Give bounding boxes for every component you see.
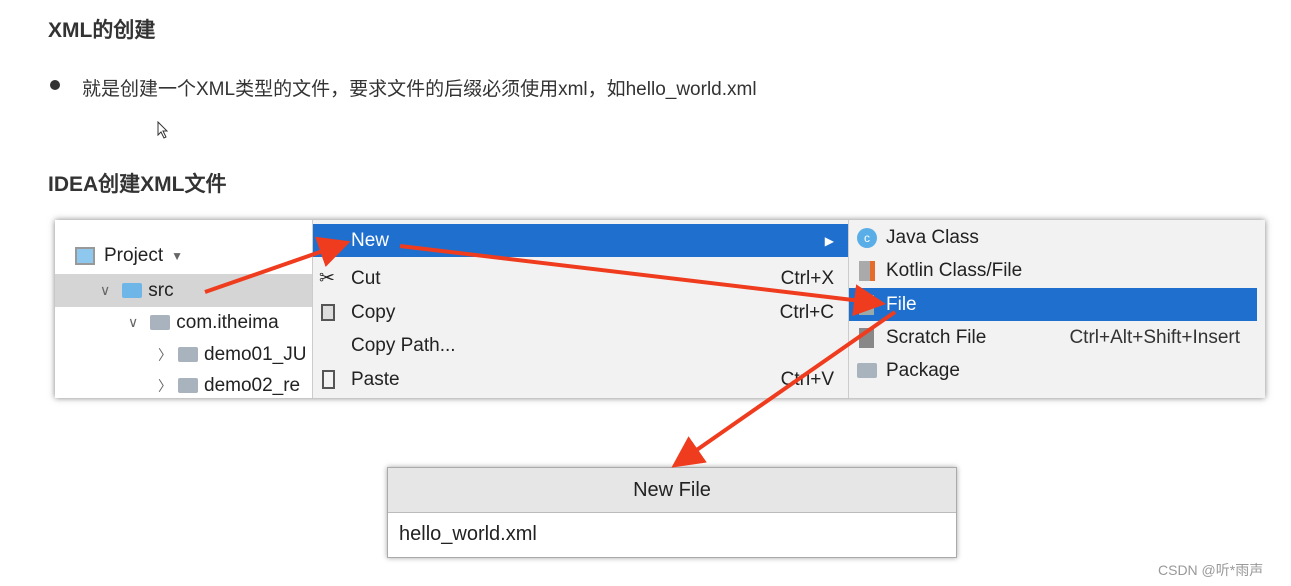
watermark: CSDN @听*雨声: [1158, 562, 1264, 578]
arrow-file-to-dialog: [671, 310, 897, 468]
annotation-arrows: [204, 236, 897, 468]
arrow-new-to-file: [399, 244, 886, 317]
arrow-src-to-new: [204, 236, 351, 294]
